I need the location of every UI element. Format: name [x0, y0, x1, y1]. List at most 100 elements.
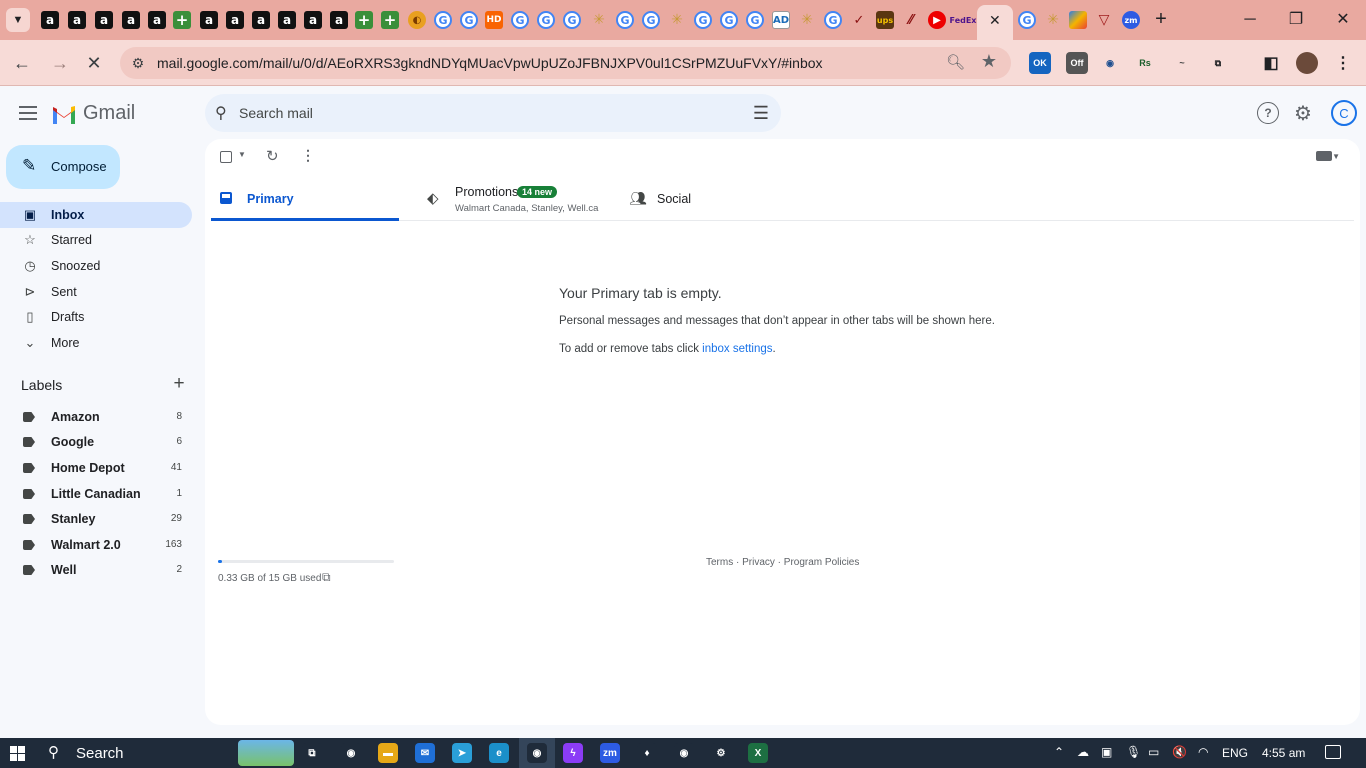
- tab-amazon-icon[interactable]: a: [122, 11, 140, 29]
- input-tools-caret-icon[interactable]: ▼: [1332, 152, 1340, 161]
- active-tab-gmail[interactable]: ✕: [977, 5, 1013, 40]
- off-extension-icon[interactable]: Off: [1066, 52, 1088, 74]
- tab-social[interactable]: 👥︎ Social: [621, 177, 771, 221]
- tab-google-icon[interactable]: G: [616, 11, 634, 29]
- label-item[interactable]: Home Depot 41: [0, 456, 192, 480]
- tab-search-button[interactable]: ▼: [6, 8, 30, 32]
- search-options-icon[interactable]: ☰: [753, 103, 769, 124]
- tab-fedex-icon[interactable]: FedEx: [950, 11, 977, 29]
- clock[interactable]: 4:55 am: [1262, 746, 1305, 760]
- label-item[interactable]: Amazon 8: [0, 405, 192, 429]
- search-highlight-image[interactable]: [238, 740, 294, 766]
- excel-icon[interactable]: X: [748, 743, 768, 763]
- sidebar-item-sent[interactable]: ⊳ Sent: [0, 279, 192, 305]
- refresh-icon[interactable]: ↻: [266, 147, 279, 165]
- tab-plus-icon[interactable]: +: [173, 11, 191, 29]
- tab-google-icon[interactable]: G: [642, 11, 660, 29]
- tab-amazon-icon[interactable]: a: [330, 11, 348, 29]
- inbox-settings-link[interactable]: inbox settings: [702, 343, 772, 355]
- label-item[interactable]: Walmart 2.0 163: [0, 533, 192, 557]
- search-icon[interactable]: ⚲: [215, 103, 227, 123]
- chrome-icon[interactable]: ◉: [341, 743, 361, 763]
- chrome-profile-icon[interactable]: ◉: [674, 743, 694, 763]
- sidebar-item-drafts[interactable]: ▯ Drafts: [0, 304, 192, 330]
- rs-extension-icon[interactable]: Rs: [1134, 52, 1156, 74]
- messenger-icon[interactable]: ϟ: [563, 743, 583, 763]
- tab-google-icon[interactable]: G: [746, 11, 764, 29]
- ok-extension-icon[interactable]: OK: [1029, 52, 1051, 74]
- tab-multicolor-icon[interactable]: [1069, 11, 1087, 29]
- telegram-icon[interactable]: ➤: [452, 743, 472, 763]
- tab-amazon-icon[interactable]: a: [226, 11, 244, 29]
- notifications-icon[interactable]: [1325, 745, 1341, 759]
- logo-extension-icon[interactable]: ~: [1171, 52, 1193, 74]
- close-tab-icon[interactable]: ✕: [989, 12, 1001, 29]
- volume-muted-icon[interactable]: 🔇: [1172, 745, 1187, 759]
- search-input[interactable]: [239, 102, 739, 124]
- browser-menu-icon[interactable]: ⋮: [1332, 52, 1354, 74]
- start-button[interactable]: [10, 746, 25, 761]
- sidebar-item-more[interactable]: ⌄ More: [0, 330, 192, 356]
- compose-button[interactable]: ✎ Compose: [6, 145, 120, 189]
- keyboard-icon[interactable]: [1316, 151, 1332, 161]
- tab-plus-icon[interactable]: +: [381, 11, 399, 29]
- tab-wine-icon[interactable]: ▽: [1095, 11, 1113, 29]
- tab-amazon-icon[interactable]: a: [200, 11, 218, 29]
- puzzle-extension-icon[interactable]: ⧉: [1207, 52, 1229, 74]
- browser-profile-avatar[interactable]: [1296, 52, 1318, 74]
- side-panel-icon[interactable]: ◧: [1260, 52, 1282, 74]
- taskbar-search-label[interactable]: Search: [76, 745, 124, 762]
- tab-ad-icon[interactable]: AD: [772, 11, 790, 29]
- label-item[interactable]: Well 2: [0, 558, 192, 582]
- gmail-logo[interactable]: Gmail: [51, 102, 135, 125]
- footer-links[interactable]: Terms · Privacy · Program Policies: [706, 557, 859, 568]
- tab-amazon-icon[interactable]: a: [41, 11, 59, 29]
- tab-red-icon[interactable]: ▶: [928, 11, 946, 29]
- tab-google-icon[interactable]: G: [563, 11, 581, 29]
- tab-swoosh-icon[interactable]: ✓: [850, 11, 868, 29]
- tab-google-icon[interactable]: G: [720, 11, 738, 29]
- tab-google-icon[interactable]: G: [694, 11, 712, 29]
- restore-button[interactable]: ❐: [1284, 8, 1308, 32]
- battery-icon[interactable]: ▭: [1148, 745, 1159, 759]
- more-options-icon[interactable]: ⋮: [301, 147, 315, 164]
- mail-icon[interactable]: ✉: [415, 743, 435, 763]
- label-item[interactable]: Little Canadian 1: [0, 482, 192, 506]
- sidebar-item-inbox[interactable]: ▣ Inbox: [0, 202, 192, 228]
- circle-extension-icon[interactable]: ◉: [1099, 52, 1121, 74]
- site-settings-icon[interactable]: ⚙: [128, 53, 148, 73]
- label-item[interactable]: Google 6: [0, 430, 192, 454]
- select-all-checkbox[interactable]: [220, 151, 232, 163]
- tab-taco-icon[interactable]: ◐: [408, 11, 426, 29]
- open-in-new-icon[interactable]: ⧉: [322, 570, 331, 585]
- tab-google-icon[interactable]: G: [824, 11, 842, 29]
- onedrive-icon[interactable]: ☁: [1077, 745, 1089, 759]
- tab-home-depot-icon[interactable]: HD: [485, 11, 503, 29]
- tab-amazon-icon[interactable]: a: [148, 11, 166, 29]
- tab-amazon-icon[interactable]: a: [68, 11, 86, 29]
- chrome-active-icon[interactable]: ◉: [527, 743, 547, 763]
- main-menu-icon[interactable]: [16, 101, 40, 125]
- wifi-icon[interactable]: ◠: [1198, 745, 1208, 759]
- search-bar[interactable]: ⚲ ☰: [205, 94, 781, 132]
- tab-amazon-icon[interactable]: a: [252, 11, 270, 29]
- taskbar-search-icon[interactable]: ⚲: [48, 743, 59, 761]
- show-hidden-icons-icon[interactable]: ⌃: [1054, 745, 1064, 759]
- tab-google-icon[interactable]: G: [1018, 11, 1036, 29]
- select-options-caret-icon[interactable]: ▼: [238, 150, 246, 159]
- edge-icon[interactable]: e: [489, 743, 509, 763]
- add-label-icon[interactable]: +: [170, 373, 188, 395]
- tab-primary[interactable]: Primary: [211, 177, 399, 221]
- new-tab-button[interactable]: +: [1150, 8, 1172, 30]
- tab-google-icon[interactable]: G: [460, 11, 478, 29]
- zoom-icon[interactable]: 🔍︎: [946, 53, 965, 71]
- sidebar-item-starred[interactable]: ☆ Starred: [0, 227, 192, 253]
- label-item[interactable]: Stanley 29: [0, 507, 192, 531]
- task-view-icon[interactable]: ⧉: [302, 743, 322, 763]
- close-window-button[interactable]: ✕: [1331, 8, 1355, 32]
- tab-ups-icon[interactable]: ups: [876, 11, 894, 29]
- tab-amazon-icon[interactable]: a: [304, 11, 322, 29]
- account-avatar[interactable]: C: [1331, 100, 1357, 126]
- tab-amazon-icon[interactable]: a: [278, 11, 296, 29]
- zoom-app-icon[interactable]: zm: [600, 743, 620, 763]
